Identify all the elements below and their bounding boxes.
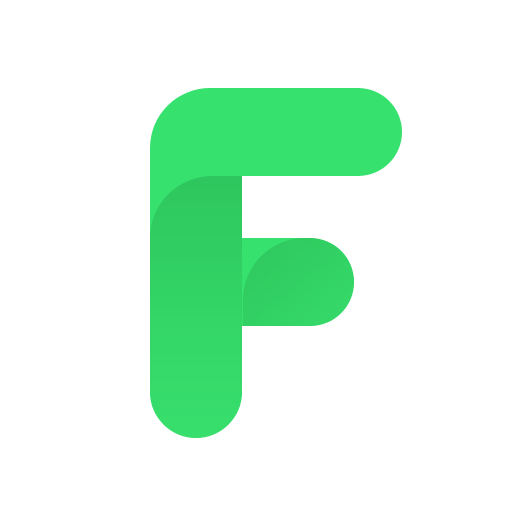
letter-f-logo-icon (150, 88, 402, 438)
top-bar-shape (150, 88, 402, 176)
stem-shade-shape (150, 176, 242, 438)
logo-canvas (0, 0, 512, 512)
